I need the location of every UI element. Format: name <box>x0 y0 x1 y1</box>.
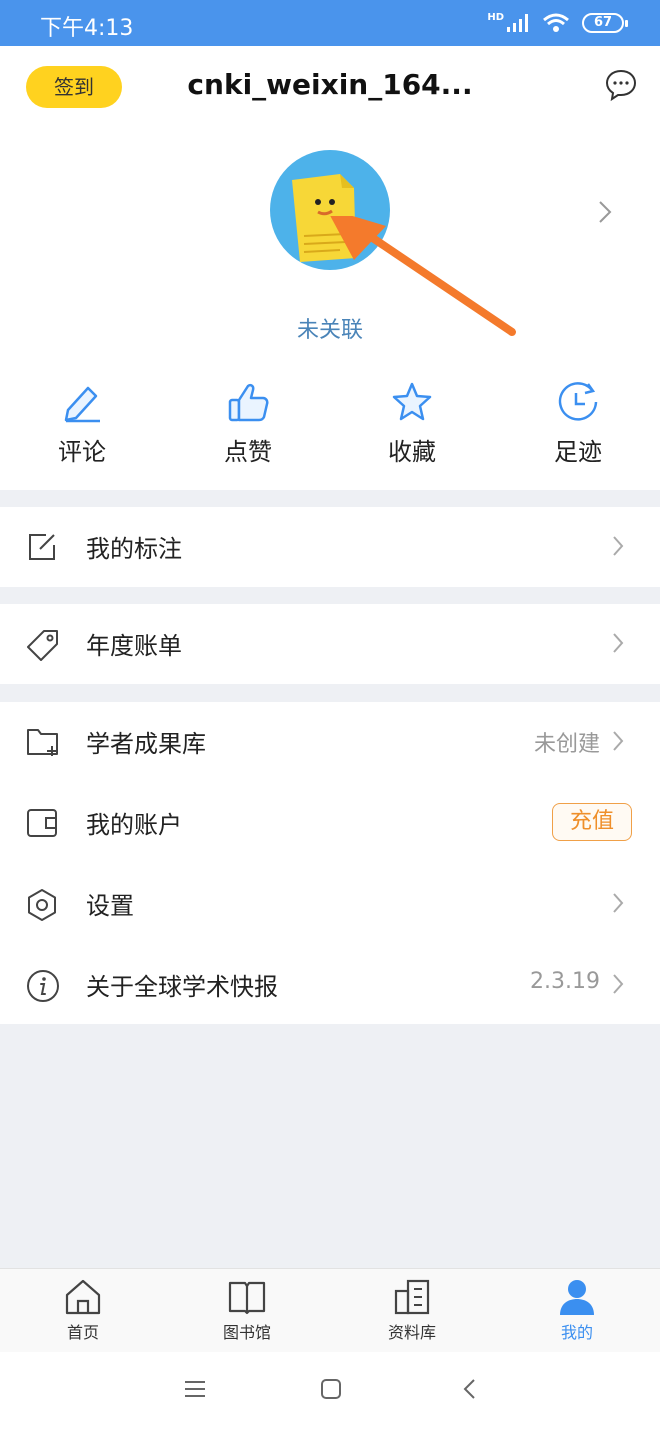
quick-action-label: 评论 <box>58 438 106 466</box>
recharge-button[interactable]: 充值 <box>552 803 632 841</box>
back-icon[interactable] <box>462 1378 478 1400</box>
hexagon-gear-icon <box>28 889 56 921</box>
chat-bubble-icon[interactable] <box>604 68 638 102</box>
menu-item-label: 我的账户 <box>86 811 182 839</box>
tag-icon <box>27 630 58 661</box>
menu-item-scholar-library[interactable]: 学者成果库 未创建 <box>0 702 660 782</box>
wifi-icon <box>543 13 569 32</box>
quick-action-likes[interactable]: 点赞 <box>188 380 308 467</box>
status-time: 下午4:13 <box>40 16 134 41</box>
tab-label: 资料库 <box>387 1323 436 1342</box>
menu-item-about[interactable]: 关于全球学术快报 2.3.19 <box>0 945 660 1025</box>
edit-square-icon <box>29 534 55 560</box>
battery-icon: 67 <box>582 13 628 33</box>
tab-label: 图书馆 <box>222 1323 271 1342</box>
signal-icon <box>507 14 528 32</box>
history-clock-icon <box>558 382 598 421</box>
menu-icon[interactable] <box>184 1378 206 1400</box>
menu-item-label: 设置 <box>86 892 134 920</box>
annual-bill-card: 年度账单 <box>0 604 660 684</box>
menu-item-annual-bill[interactable]: 年度账单 <box>0 604 660 684</box>
quick-action-label: 足迹 <box>554 438 602 466</box>
pencil-icon <box>64 386 100 423</box>
username: cnki_weixin_164... <box>187 68 473 101</box>
wallet-icon <box>27 809 57 837</box>
main-menu-card: 学者成果库 未创建 我的账户 充值 设置 关于全球学术快报 2.3.19 <box>0 702 660 1024</box>
menu-item-annotations[interactable]: 我的标注 <box>0 507 660 587</box>
quick-action-comments[interactable]: 评论 <box>22 380 142 467</box>
signin-button[interactable]: 签到 <box>26 66 122 108</box>
person-icon <box>560 1280 594 1315</box>
chevron-right-icon[interactable] <box>598 200 612 224</box>
home-icon <box>65 1279 101 1315</box>
tab-mine[interactable]: 我的 <box>522 1277 632 1343</box>
quick-action-history[interactable]: 足迹 <box>518 380 638 467</box>
buildings-icon <box>394 1279 430 1315</box>
home-square-icon[interactable] <box>320 1378 342 1400</box>
info-icon <box>27 970 59 1002</box>
quick-action-favorites[interactable]: 收藏 <box>352 380 472 467</box>
menu-item-my-account[interactable]: 我的账户 充值 <box>0 783 660 863</box>
tab-home[interactable]: 首页 <box>28 1277 138 1343</box>
profile-card: 签到 cnki_weixin_164... 未关联 评论 点赞 收藏 足迹 <box>0 46 660 490</box>
menu-item-label: 关于全球学术快报 <box>86 973 278 1001</box>
star-icon <box>392 382 432 421</box>
chevron-right-icon <box>613 893 624 913</box>
annotations-card: 我的标注 <box>0 507 660 587</box>
quick-action-label: 收藏 <box>388 438 436 466</box>
chevron-right-icon <box>613 974 624 994</box>
tab-database[interactable]: 资料库 <box>357 1277 467 1343</box>
bottom-tab-bar: 首页 图书馆 资料库 我的 <box>0 1268 660 1352</box>
app-version: 2.3.19 <box>530 969 600 994</box>
menu-item-label: 年度账单 <box>86 632 182 660</box>
scholar-library-status: 未创建 <box>533 732 600 757</box>
system-nav-bar <box>0 1352 660 1430</box>
status-icons: HD 67 <box>487 11 628 34</box>
chevron-right-icon <box>613 536 624 556</box>
menu-item-settings[interactable]: 设置 <box>0 864 660 944</box>
link-status[interactable]: 未关联 <box>230 312 430 344</box>
tab-label: 首页 <box>66 1323 99 1342</box>
tab-library[interactable]: 图书馆 <box>192 1277 302 1343</box>
menu-item-label: 学者成果库 <box>86 730 206 758</box>
menu-item-label: 我的标注 <box>86 535 182 563</box>
tab-label: 我的 <box>560 1323 593 1342</box>
folder-plus-icon <box>27 729 58 756</box>
chevron-right-icon <box>613 731 624 751</box>
annotation-arrow <box>330 216 516 336</box>
book-icon <box>228 1281 266 1315</box>
network-type: HD <box>487 11 504 23</box>
chevron-right-icon <box>613 633 624 653</box>
thumbs-up-icon <box>228 383 269 422</box>
quick-action-label: 点赞 <box>224 438 272 466</box>
status-bar: 下午4:13 HD 67 <box>0 0 660 46</box>
